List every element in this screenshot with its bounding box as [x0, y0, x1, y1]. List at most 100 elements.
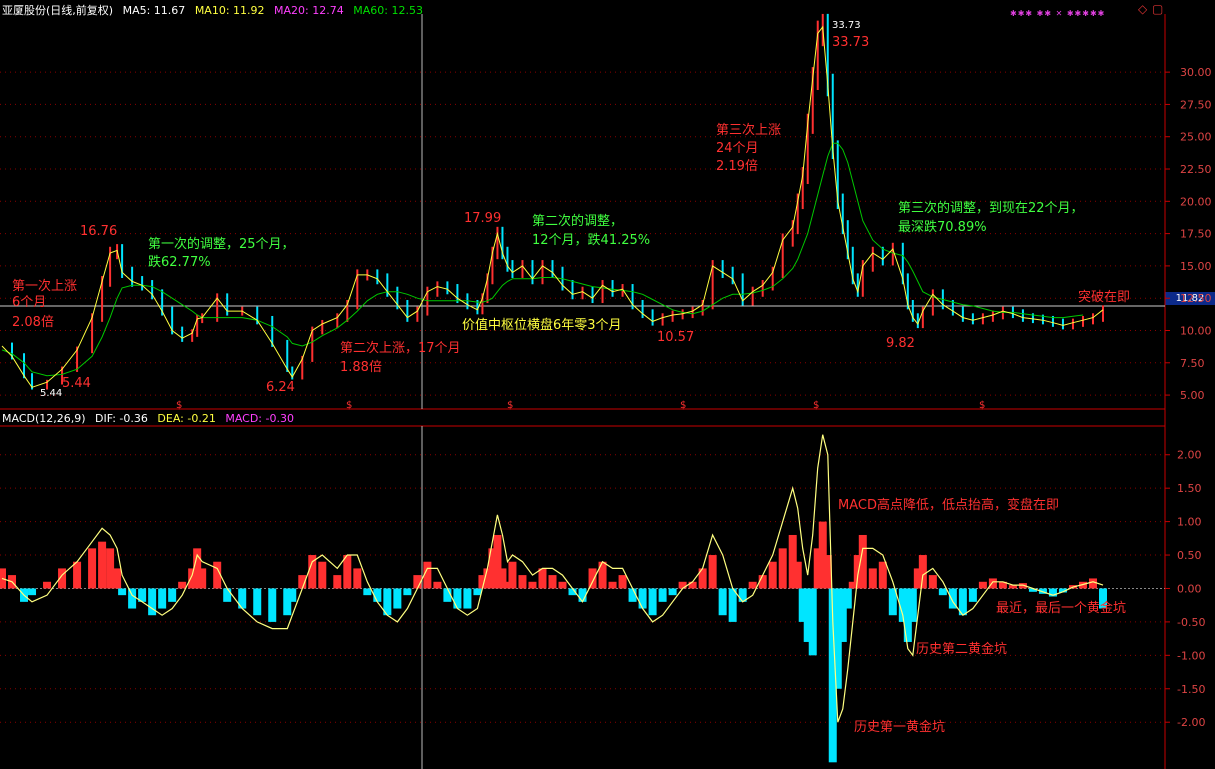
peak-17-99: 17.99 — [464, 211, 501, 226]
macd-bar — [538, 568, 547, 589]
svg-text:$: $ — [346, 400, 352, 411]
macd-bar — [343, 555, 352, 589]
macd-bar — [118, 588, 127, 596]
macd-bar — [528, 581, 537, 589]
macd-bar — [168, 588, 177, 602]
price-tick-label: 20.00 — [1180, 195, 1212, 208]
adj3-title: 第三次的调整，到现在22个月， — [898, 200, 1084, 216]
rise2-ratio: 1.88倍 — [340, 360, 382, 375]
macd-bar — [198, 568, 207, 589]
low-10-57: 10.57 — [657, 330, 694, 345]
price-axis: 5.00 7.50 10.00 12.50 15.00 17.50 20.00 22.50 25… — [1165, 66, 1212, 402]
macd-bar — [558, 581, 567, 589]
macd-axis: 2.00 1.50 1.00 0.50 0.00 -0.50 -1.00 -1.50 -2.00 — [1165, 449, 1205, 729]
macd-bar — [778, 548, 787, 589]
macd-annotations: MACD高点降低，低点抬高，变盘在即 最近，最后一个黄金坑 历史第二黄金坑 历史… — [838, 497, 1126, 735]
price-tick-label: 17.50 — [1180, 228, 1212, 241]
macd-bar — [728, 588, 737, 622]
peak-16-76: 16.76 — [80, 224, 117, 239]
price-tick-label: 25.00 — [1180, 131, 1212, 144]
price-tick-label: 12.50 — [1180, 292, 1212, 305]
peak-33-73-small: 33.73 — [832, 20, 861, 31]
macd-bar — [708, 555, 717, 589]
rise3-months: 24个月 — [716, 141, 759, 156]
rise1-months: 6个月 — [12, 295, 46, 310]
macd-bar — [588, 568, 597, 589]
macd-bar — [908, 588, 917, 622]
macd-bar — [808, 588, 817, 656]
macd-bar — [978, 581, 987, 589]
macd-bar — [518, 575, 527, 589]
macd-tick-label: -1.50 — [1177, 683, 1205, 696]
price-tick-label: 7.50 — [1180, 357, 1205, 370]
macd-bar — [608, 581, 617, 589]
macd-bar — [658, 588, 667, 602]
adj2-drop: 12个月，跌41.25% — [532, 232, 650, 248]
macd-tick-label: -2.00 — [1177, 716, 1205, 729]
macd-bar — [403, 588, 412, 596]
macd-bar — [73, 561, 82, 589]
price-tick-label: 30.00 — [1180, 66, 1212, 79]
price-tick-label: 22.50 — [1180, 163, 1212, 176]
macd-bar — [618, 575, 627, 589]
macd-bar — [178, 581, 187, 589]
macd-tick-label: 2.00 — [1177, 449, 1202, 462]
macd-bar — [148, 588, 157, 616]
macd-bar — [363, 588, 372, 596]
macd-bar — [688, 581, 697, 589]
price-tick-label: 27.50 — [1180, 98, 1212, 111]
adj2-title: 第二次的调整， — [532, 213, 623, 229]
macd-bar — [678, 581, 687, 589]
peak-33-73: 33.73 — [832, 35, 869, 50]
macd-tick-label: 0.00 — [1177, 582, 1202, 595]
macd-bar — [668, 588, 677, 596]
price-tick-label: 15.00 — [1180, 260, 1212, 273]
macd-bar — [598, 561, 607, 589]
pit1-note: 历史第一黄金坑 — [854, 719, 945, 735]
macd-bar — [843, 588, 852, 609]
macd-bar — [648, 588, 657, 616]
macd-bar — [318, 561, 327, 589]
macd-bar — [393, 588, 402, 609]
macd-bar — [508, 561, 517, 589]
rise1-title: 第一次上涨 — [12, 278, 77, 294]
pit2-note: 历史第二黄金坑 — [916, 641, 1007, 657]
breakout-note: 突破在即 — [1078, 289, 1130, 305]
macd-bar — [793, 561, 802, 589]
macd-bar — [748, 581, 757, 589]
macd-bar — [128, 588, 137, 609]
price-tick-label: 10.00 — [1180, 324, 1212, 337]
low-9-82: 9.82 — [886, 336, 915, 351]
macd-bar — [868, 568, 877, 589]
chart-canvas[interactable]: 5.00 7.50 10.00 12.50 15.00 17.50 20.00 22.50 25… — [0, 0, 1215, 769]
macd-bar — [288, 588, 297, 602]
svg-text:$: $ — [979, 400, 985, 411]
price-tick-label: 5.00 — [1180, 389, 1205, 402]
macd-bar — [548, 575, 557, 589]
svg-text:$: $ — [813, 400, 819, 411]
adj1-title: 第一次的调整，25个月， — [148, 236, 295, 252]
macd-bar — [353, 568, 362, 589]
macd-bar — [453, 588, 462, 609]
macd-bar — [463, 588, 472, 609]
low-5-44-small: 5.44 — [40, 388, 62, 399]
macd-tick-label: 1.00 — [1177, 516, 1202, 529]
macd-bar — [473, 588, 482, 596]
consolidation-note: 价值中枢位横盘6年零3个月 — [462, 317, 622, 333]
svg-text:$: $ — [680, 400, 686, 411]
svg-text:$: $ — [507, 400, 513, 411]
svg-text:$: $ — [176, 400, 182, 411]
macd-bar — [333, 575, 342, 589]
macd-note: MACD高点降低，低点抬高，变盘在即 — [838, 497, 1059, 513]
price-annotations: 16.76 5.44 5.44 6.24 17.99 10.57 33.73 3… — [12, 20, 1130, 399]
macd-bar — [638, 588, 647, 609]
macd-bar — [968, 588, 977, 602]
macd-tick-label: 0.50 — [1177, 549, 1202, 562]
macd-bar — [1088, 578, 1097, 589]
macd-bar — [88, 548, 97, 589]
macd-bar — [918, 555, 927, 589]
macd-bar — [158, 588, 167, 609]
macd-bar — [28, 588, 37, 596]
rise1-ratio: 2.08倍 — [12, 315, 54, 330]
macd-bar — [433, 581, 442, 589]
